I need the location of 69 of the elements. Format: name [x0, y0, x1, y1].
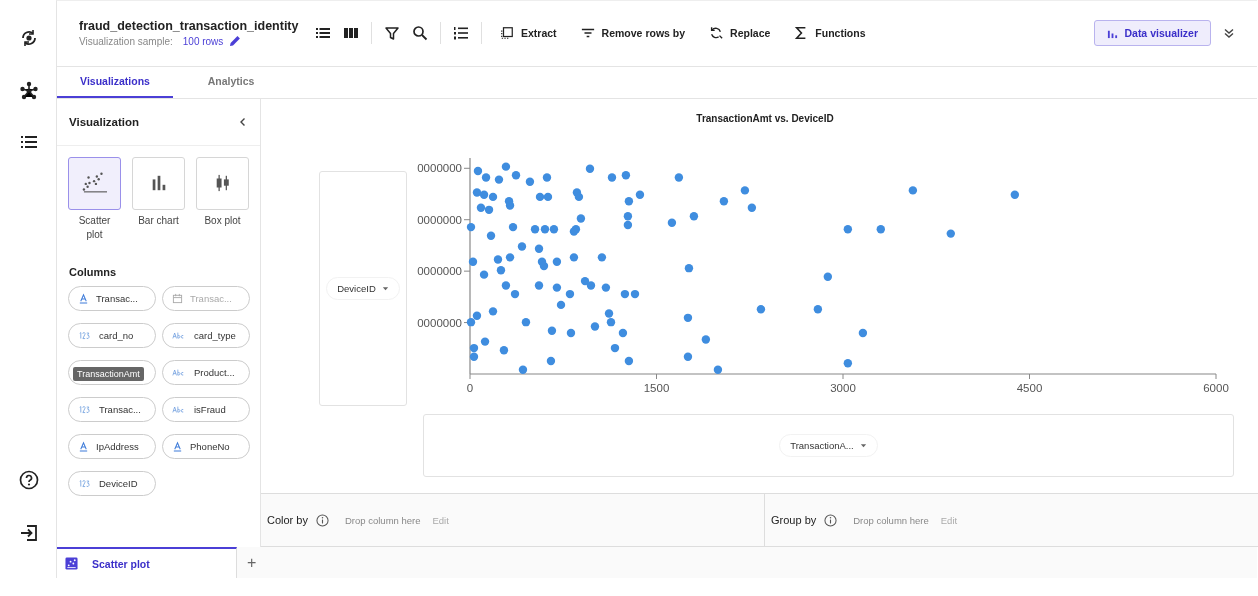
sheet-tab[interactable]: Scatter plot — [57, 547, 237, 578]
data-visualizer-button[interactable]: Data visualizer — [1094, 20, 1211, 47]
replace-icon — [709, 26, 724, 41]
replace-button[interactable]: Replace — [703, 22, 777, 45]
x-tick-label: 0 — [466, 381, 474, 394]
chart-title: TransactionAmt vs. DeviceID — [696, 112, 834, 124]
x-tick-label: 6000 — [1203, 381, 1229, 394]
column-chip[interactable]: Transac... — [68, 285, 156, 311]
text-type-icon — [172, 440, 183, 452]
info-icon[interactable] — [824, 513, 838, 527]
column-chip[interactable]: Transac... — [68, 396, 156, 422]
text-type-icon — [78, 440, 89, 452]
columns-heading: Columns — [69, 265, 118, 278]
column-chip[interactable]: DeviceID — [68, 470, 156, 496]
sample-size-link[interactable]: 100 rows — [182, 35, 224, 47]
scatter-plot-icon — [65, 557, 78, 571]
chart-type-label: Box plot — [203, 213, 242, 228]
caret-icon — [381, 284, 389, 292]
column-chip[interactable]: isFraud — [162, 396, 250, 422]
add-sheet-button[interactable]: + — [237, 547, 267, 578]
double-chevron-down-icon[interactable] — [1223, 27, 1235, 40]
help-icon[interactable] — [19, 470, 39, 490]
column-chip[interactable]: Product... — [162, 359, 250, 385]
x-field-dropdown[interactable]: TransactionA... — [779, 433, 878, 457]
y-tick-label: 0000000 — [417, 162, 462, 175]
box-chart-type-button[interactable] — [196, 156, 249, 210]
y-tick-label: 0000000 — [417, 265, 462, 277]
numbered-list-icon[interactable] — [453, 25, 469, 42]
x-tick-label: 3000 — [830, 381, 856, 394]
encoding-label: Group by — [771, 514, 817, 527]
functions-button[interactable]: Functions — [788, 22, 872, 45]
extract-icon — [500, 26, 514, 41]
network-icon[interactable] — [19, 81, 39, 101]
bar-chart-type-button[interactable] — [132, 156, 185, 210]
chart-type-label: Bar chart — [137, 213, 180, 228]
collapse-icon[interactable] — [238, 116, 248, 127]
x-tick-label: 1500 — [643, 381, 670, 394]
y-tick-label: 0000000 — [417, 316, 462, 329]
filter-icon[interactable] — [384, 25, 400, 42]
chart-type-label: Scatter plot — [77, 213, 112, 242]
text-type-icon — [78, 292, 89, 304]
extract-button[interactable]: Extract — [494, 22, 563, 45]
panel-title: Visualization — [69, 115, 140, 128]
scatter-chart-type-button[interactable] — [68, 156, 121, 210]
drop-field[interactable]: Drop column here — [344, 514, 421, 526]
sample-label: Visualization sample: — [79, 35, 173, 47]
y-field-dropdown[interactable]: DeviceID — [326, 276, 400, 300]
number-type-icon — [78, 404, 92, 414]
column-chip[interactable]: card_no — [68, 322, 156, 348]
y-tick-label: 0000000 — [417, 213, 462, 226]
refresh-bulb-icon[interactable] — [19, 28, 39, 48]
remove-rows-button[interactable]: Remove rows by — [574, 22, 692, 45]
calendar-icon — [172, 292, 183, 304]
tab[interactable]: Visualizations — [57, 66, 173, 98]
tab[interactable]: Analytics — [173, 66, 289, 98]
column-chip[interactable]: IpAddress — [68, 433, 156, 459]
drop-field[interactable]: Drop column here — [853, 514, 929, 526]
number-type-icon — [78, 478, 92, 488]
encoding-label: Color by — [267, 514, 308, 527]
column-chip[interactable]: PhoneNo — [162, 433, 250, 459]
sign-in-icon[interactable] — [19, 523, 39, 543]
number-type-icon — [78, 330, 92, 340]
caret-icon — [859, 441, 867, 449]
search-icon[interactable] — [412, 25, 428, 42]
info-icon[interactable] — [315, 513, 329, 527]
pencil-icon[interactable] — [229, 35, 242, 48]
column-chip[interactable]: card_type — [162, 322, 250, 348]
dataset-title: fraud_detection_transaction_identity — [79, 19, 300, 34]
x-tick-label: 4500 — [1016, 381, 1043, 394]
